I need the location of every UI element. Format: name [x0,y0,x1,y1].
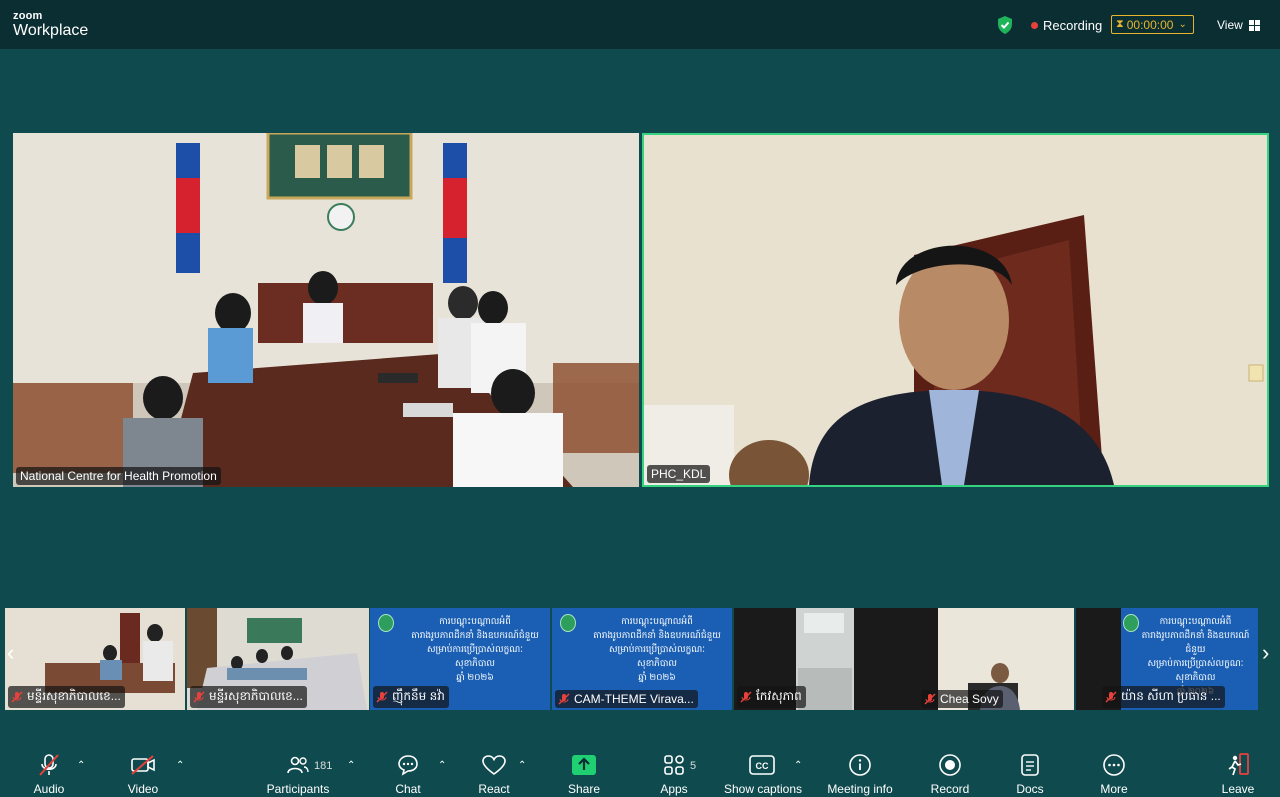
video-tile-meeting-room[interactable]: National Centre for Health Promotion [13,133,639,487]
chat-icon [398,755,418,776]
slide-title: ការបណ្តុះបណ្តាលអំពី តារាងរូបភាពដឹកនាំ និង… [593,616,721,682]
mic-muted-icon [376,691,388,703]
recording-dot-icon [1031,22,1038,29]
mic-muted-icon [1105,691,1117,703]
mic-muted-icon [558,693,570,705]
apps-button[interactable]: Apps [654,748,694,796]
mic-muted-icon [39,754,59,776]
hourglass-icon: ⧗ [1116,18,1124,30]
scroll-left-arrow-icon[interactable]: ‹ [7,640,14,666]
mic-muted-icon [924,693,936,705]
share-button[interactable]: Share [564,748,604,796]
participant-name-label: កែវសុភាព [737,686,806,708]
apps-count: 5 [690,760,697,772]
participants-options-caret-icon[interactable]: ⌃ [347,760,355,771]
slide-title: ការបណ្តុះបណ្តាលអំពី តារាងរូបភាពដឹកនាំ និង… [411,616,539,682]
participants-button[interactable]: Participants [263,748,333,796]
scroll-right-arrow-icon[interactable]: › [1262,640,1269,666]
video-options-caret-icon[interactable]: ⌃ [176,760,184,771]
more-button[interactable]: More [1094,748,1134,796]
show-captions-button[interactable]: CC Show captions [720,748,806,796]
participant-name-label: មន្ទីរសុខាភិបាលខេ... [190,686,307,708]
participant-name-label: យ៉ាន សីហា ប្រធាន ... [1102,686,1225,708]
closed-captions-icon: CC [749,755,775,775]
participants-icon [287,756,309,774]
svg-text:CC: CC [756,761,769,771]
meeting-toolbar: Audio ⌃ Video ⌃ Participants 181 ⌃ Chat … [0,748,1280,797]
participant-thumbnail[interactable]: មន្ទីរសុខាភិបាលខេ... [187,608,369,710]
participant-name-label: National Centre for Health Promotion [16,467,221,485]
audio-button[interactable]: Audio [29,748,69,796]
chevron-down-icon: ⌄ [1178,19,1187,30]
participant-strip: មន្ទីរសុខាភិបាលខេ... មន្ទីរសុខាភិបាលខេ..… [0,608,1280,710]
participant-thumbnail[interactable]: ការបណ្តុះបណ្តាលអំពី តារាងរូបភាពដឹកនាំ និង… [552,608,732,710]
participant-thumbnail[interactable]: ការបណ្តុះបណ្តាលអំពី តារាងរូបភាពដឹកនាំ និង… [370,608,550,710]
speaker-video [644,135,1267,485]
participant-name-label: CAM-THEME Virava... [555,690,698,708]
participants-count: 181 [314,760,333,772]
audio-options-caret-icon[interactable]: ⌃ [77,760,85,771]
participant-name-label: ញ៉ឹកនឹម នវ៉ា [373,686,449,708]
captions-options-caret-icon[interactable]: ⌃ [794,760,802,771]
shield-check-icon[interactable] [995,15,1015,35]
meeting-info-button[interactable]: Meeting info [822,748,898,796]
apps-icon [664,755,684,775]
participant-name-label: មន្ទីរសុខាភិបាលខេ... [8,686,125,708]
share-screen-icon [572,755,596,775]
video-button[interactable]: Video [121,748,165,796]
record-button[interactable]: Record [928,748,972,796]
meeting-room-video [13,133,639,487]
leave-button[interactable]: Leave [1218,748,1258,796]
mic-muted-icon [11,691,23,703]
heart-icon [482,755,506,775]
ministry-logo-icon [560,614,576,632]
mic-muted-icon [740,691,752,703]
react-button[interactable]: React [474,748,514,796]
meeting-timer[interactable]: ⧗ 00:00:00 ⌄ [1111,15,1194,34]
more-icon [1103,754,1125,776]
participant-thumbnail[interactable]: កែវសុភាព [734,608,936,710]
participant-name-label: Chea Sovy [921,690,1003,708]
participant-thumbnail[interactable]: មន្ទីរសុខាភិបាលខេ... [5,608,185,710]
react-options-caret-icon[interactable]: ⌃ [518,760,526,771]
participant-thumbnail[interactable]: Chea Sovy [918,608,1074,710]
record-icon [939,754,961,776]
info-icon [849,754,871,776]
docs-button[interactable]: Docs [1010,748,1050,796]
participant-thumbnail[interactable]: ការបណ្តុះបណ្តាលអំពី តារាងរូបភាពដឹកនាំ និង… [1076,608,1258,710]
video-tile-active-speaker[interactable]: PHC_KDL [642,133,1269,487]
mic-muted-icon [193,691,205,703]
top-bar: zoom Workplace Recording ⧗ 00:00:00 ⌄ Vi… [0,0,1280,49]
recording-indicator[interactable]: Recording [1031,18,1102,33]
document-icon [1021,754,1039,776]
view-button[interactable]: View [1217,18,1260,32]
leave-icon [1228,753,1249,776]
ministry-logo-icon [378,614,394,632]
grid-icon [1248,19,1260,31]
video-off-icon [131,755,155,775]
chat-options-caret-icon[interactable]: ⌃ [438,760,446,771]
chat-button[interactable]: Chat [388,748,428,796]
zoom-logo: zoom Workplace [13,10,89,39]
participant-name-label: PHC_KDL [647,465,711,483]
